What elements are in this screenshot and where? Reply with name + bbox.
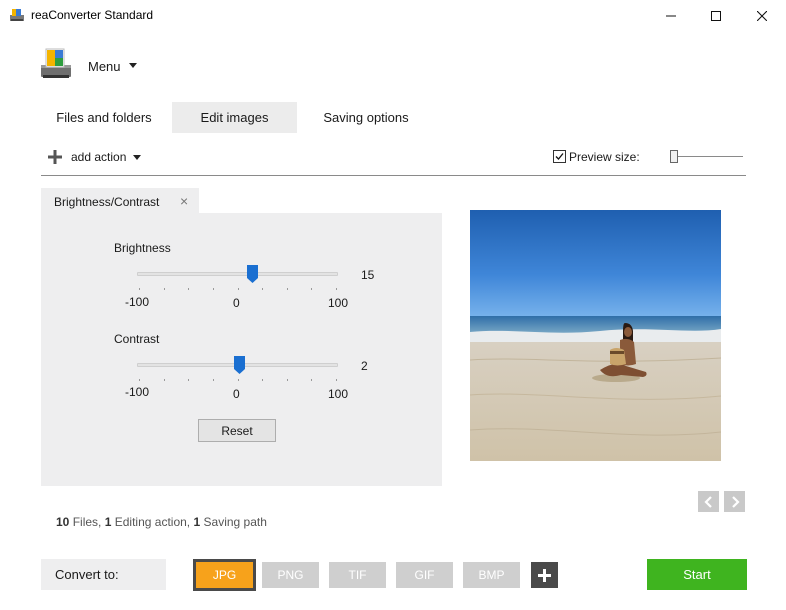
slider-tick: [336, 379, 337, 381]
chevron-right-icon: [731, 495, 740, 508]
brightness-label: Brightness: [114, 241, 171, 255]
slider-tick: [188, 288, 190, 290]
minimize-button[interactable]: [648, 0, 694, 31]
toolbar-divider: [41, 175, 746, 176]
plus-icon: [538, 568, 551, 582]
format-gif-button[interactable]: GIF: [396, 562, 453, 588]
tab-edit-images[interactable]: Edit images: [172, 102, 297, 133]
slider-tick: [139, 379, 140, 381]
close-button[interactable]: [739, 0, 785, 31]
preview-size-slider-track[interactable]: [672, 156, 743, 157]
slider-tick: [286, 379, 288, 381]
format-bmp-button[interactable]: BMP: [463, 562, 520, 588]
slider-tick: [212, 379, 214, 381]
contrast-label: Contrast: [114, 332, 160, 346]
slider-tick: [163, 379, 165, 381]
close-action-icon[interactable]: ×: [180, 193, 188, 209]
plus-icon[interactable]: [48, 150, 62, 164]
window-title: reaConverter Standard: [31, 8, 154, 22]
reset-button[interactable]: Reset: [198, 419, 276, 442]
previous-image-button[interactable]: [698, 491, 719, 512]
next-image-button[interactable]: [724, 491, 745, 512]
files-label: Files,: [72, 515, 102, 529]
add-format-button[interactable]: [531, 562, 558, 588]
brightness-slider-thumb[interactable]: [247, 265, 259, 283]
chevron-left-icon: [703, 495, 712, 508]
menu-button[interactable]: Menu: [88, 59, 121, 74]
format-png-button[interactable]: PNG: [262, 562, 319, 588]
slider-tick: [336, 288, 337, 290]
slider-tick: [212, 288, 214, 290]
slider-tick: [262, 379, 264, 381]
preview-size-slider-thumb[interactable]: [670, 150, 678, 163]
brightness-mid-label: 0: [233, 296, 240, 310]
start-button[interactable]: Start: [647, 559, 747, 590]
brightness-value: 15: [361, 268, 375, 282]
paths-label: Saving path: [203, 515, 267, 529]
brightness-min-label: -100: [125, 295, 150, 309]
close-icon: [757, 10, 767, 21]
action-tab-label: Brightness/Contrast: [54, 195, 160, 209]
files-count: 10: [56, 515, 70, 529]
slider-tick: [311, 288, 313, 290]
maximize-button[interactable]: [693, 0, 739, 31]
checkmark-icon: [555, 153, 564, 160]
convert-to-label: Convert to:: [41, 559, 166, 590]
minimize-icon: [666, 15, 676, 16]
preview-size-label: Preview size:: [569, 150, 640, 164]
actions-label: Editing action,: [114, 515, 191, 529]
app-icon: [10, 9, 24, 21]
chevron-down-icon: [133, 155, 141, 160]
slider-tick: [311, 379, 313, 381]
format-jpg-button[interactable]: JPG: [193, 559, 256, 591]
maximize-icon: [711, 10, 721, 21]
brightness-slider-track[interactable]: [137, 272, 338, 276]
slider-tick: [286, 288, 288, 290]
slider-tick: [139, 288, 140, 290]
actions-count: 1: [104, 515, 112, 529]
slider-tick: [237, 379, 239, 381]
slider-tick: [262, 288, 264, 290]
tab-files-and-folders[interactable]: Files and folders: [42, 102, 166, 133]
tab-saving-options[interactable]: Saving options: [304, 102, 428, 133]
action-settings-panel: [41, 213, 442, 486]
preview-size-checkbox[interactable]: [553, 150, 566, 163]
chevron-down-icon: [129, 63, 137, 68]
brightness-max-label: 100: [328, 296, 349, 310]
contrast-mid-label: 0: [233, 387, 240, 401]
paths-count: 1: [193, 515, 201, 529]
image-preview: [470, 210, 721, 461]
format-tif-button[interactable]: TIF: [329, 562, 386, 588]
summary-status: 10 Files, 1 Editing action, 1 Saving pat…: [56, 515, 267, 529]
contrast-min-label: -100: [125, 385, 150, 399]
reaconverter-logo-icon[interactable]: [38, 45, 74, 81]
slider-tick: [237, 288, 239, 290]
slider-tick: [188, 379, 190, 381]
slider-tick: [163, 288, 165, 290]
add-action-button[interactable]: add action: [71, 150, 126, 164]
contrast-value: 2: [361, 359, 368, 373]
contrast-slider-thumb[interactable]: [234, 356, 245, 374]
contrast-max-label: 100: [328, 387, 349, 401]
